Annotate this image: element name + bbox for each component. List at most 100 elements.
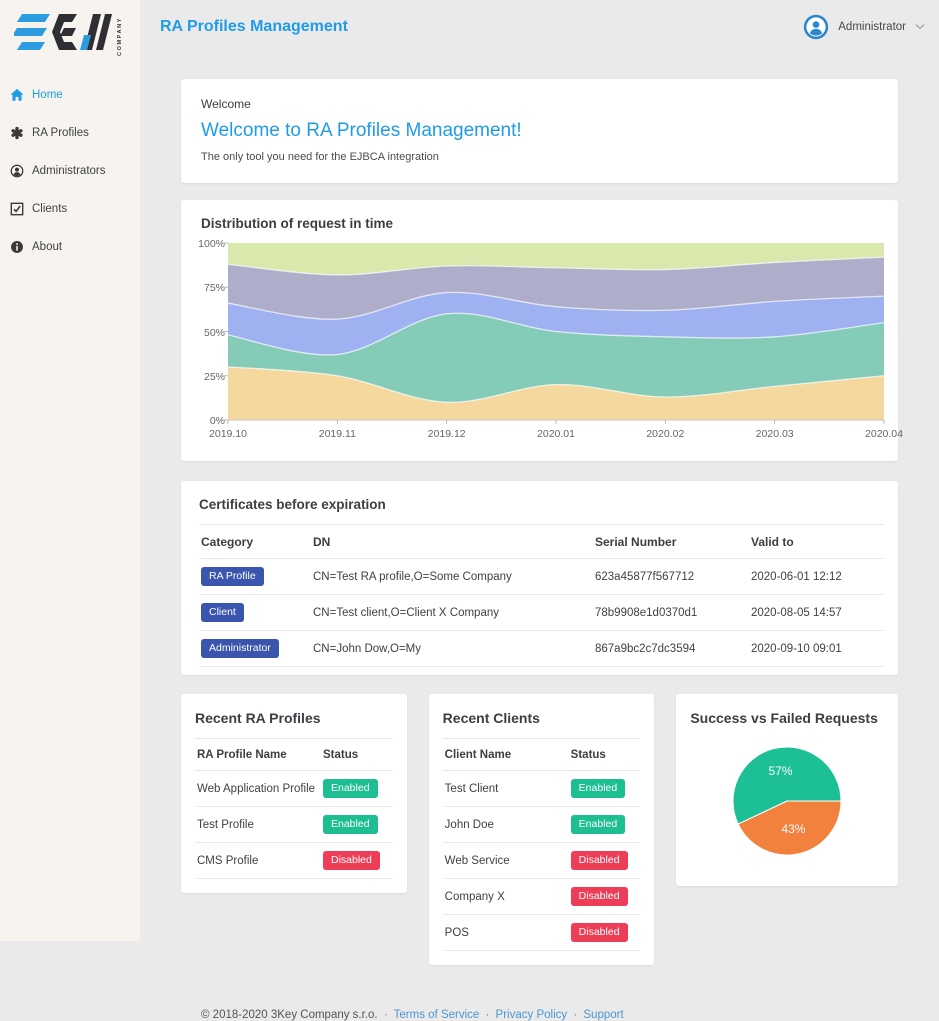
client-name-cell: Test Client	[443, 771, 569, 807]
serial-cell: 78b9908e1d0370d1	[593, 595, 749, 631]
status-badge: Enabled	[571, 815, 626, 834]
table-row: Company X Disabled	[443, 879, 641, 915]
pie-slice-label: 57%	[769, 764, 793, 778]
table-row: Administrator CN=John Dow,O=My 867a9bc2c…	[199, 631, 884, 667]
status-badge: Enabled	[323, 779, 378, 798]
table-header-row: Client Name Status	[443, 739, 641, 771]
home-icon	[10, 88, 24, 102]
certificates-card: Certificates before expiration Category …	[181, 481, 898, 675]
sidebar-item-home[interactable]: Home	[0, 76, 140, 114]
separator: ·	[486, 1009, 490, 1021]
valid-to-cell: 2020-09-10 09:01	[749, 631, 884, 667]
page-title: RA Profiles Management	[160, 18, 348, 36]
x-axis-tick-label: 2020.02	[625, 428, 705, 440]
sidebar-item-ra-profiles[interactable]: RA Profiles	[0, 114, 140, 152]
table-row: POS Disabled	[443, 915, 641, 951]
table-row: Test Client Enabled	[443, 771, 641, 807]
user-menu[interactable]: Administrator	[803, 14, 925, 40]
welcome-subtitle: The only tool you need for the EJBCA int…	[201, 151, 878, 163]
main-area: RA Profiles Management Administrator Wel…	[140, 0, 939, 941]
col-header-status: Status	[569, 739, 641, 771]
col-header-dn: DN	[311, 525, 593, 559]
client-name-cell: Web Service	[443, 843, 569, 879]
logo-company-text: COMPANY	[117, 10, 123, 56]
success-failed-card: Success vs Failed Requests 43% 57%	[676, 694, 898, 886]
col-header-valid-to: Valid to	[749, 525, 884, 559]
status-badge: Disabled	[323, 851, 380, 870]
table-row: Client CN=Test client,O=Client X Company…	[199, 595, 884, 631]
pie-chart: 43% 57%	[690, 742, 884, 860]
table-header-row: Category DN Serial Number Valid to	[199, 525, 884, 559]
separator: ·	[573, 1009, 577, 1021]
serial-cell: 867a9bc2c7dc3594	[593, 631, 749, 667]
sidebar-nav: Home RA Profiles	[0, 76, 140, 266]
certificates-table: Category DN Serial Number Valid to RA Pr…	[199, 525, 884, 667]
chart-title: Distribution of request in time	[201, 216, 884, 231]
distribution-chart-card: Distribution of request in time 100%75%5…	[181, 200, 898, 461]
category-badge: Administrator	[201, 639, 279, 658]
table-row: CMS Profile Disabled	[195, 843, 393, 879]
privacy-policy-link[interactable]: Privacy Policy	[496, 1009, 568, 1021]
sidebar-item-label: Clients	[32, 203, 67, 215]
stacked-area-chart: 100%75%50%25%0% 2019.102019.112019.12202…	[201, 243, 884, 445]
sidebar-item-label: RA Profiles	[32, 127, 89, 139]
copyright-text: © 2018-2020 3Key Company s.r.o.	[201, 1009, 378, 1021]
y-axis-tick-label: 25%	[195, 371, 225, 383]
col-header-category: Category	[199, 525, 311, 559]
recent-clients-title: Recent Clients	[443, 710, 641, 726]
welcome-card: Welcome Welcome to RA Profiles Managemen…	[181, 79, 898, 183]
user-name: Administrator	[838, 21, 906, 33]
chevron-down-icon	[915, 23, 925, 30]
y-axis-tick-label: 50%	[195, 327, 225, 339]
dn-cell: CN=Test client,O=Client X Company	[311, 595, 593, 631]
checkbox-icon	[10, 202, 24, 216]
info-icon	[10, 240, 24, 254]
category-badge: RA Profile	[201, 567, 264, 586]
sidebar-item-clients[interactable]: Clients	[0, 190, 140, 228]
profile-name-cell: CMS Profile	[195, 843, 321, 879]
sidebar-item-label: Administrators	[32, 165, 106, 177]
company-logo[interactable]: COMPANY	[0, 0, 140, 62]
client-name-cell: POS	[443, 915, 569, 951]
sidebar: COMPANY Home RA Profiles	[0, 0, 140, 941]
col-header-serial: Serial Number	[593, 525, 749, 559]
profile-name-cell: Web Application Profile	[195, 771, 321, 807]
welcome-heading: Welcome to RA Profiles Management!	[201, 120, 878, 142]
welcome-eyebrow: Welcome	[201, 97, 878, 111]
sidebar-item-about[interactable]: About	[0, 228, 140, 266]
recent-ra-profiles-table: RA Profile Name Status Web Application P…	[195, 739, 393, 879]
valid-to-cell: 2020-08-05 14:57	[749, 595, 884, 631]
status-badge: Enabled	[323, 815, 378, 834]
3key-logo-icon	[14, 9, 114, 55]
sidebar-item-administrators[interactable]: Administrators	[0, 152, 140, 190]
table-row: RA Profile CN=Test RA profile,O=Some Com…	[199, 559, 884, 595]
user-circle-icon	[10, 164, 24, 178]
sidebar-item-label: About	[32, 241, 62, 253]
col-header-status: Status	[321, 739, 393, 771]
table-header-row: RA Profile Name Status	[195, 739, 393, 771]
dn-cell: CN=John Dow,O=My	[311, 631, 593, 667]
table-row: Web Service Disabled	[443, 843, 641, 879]
y-axis-tick-label: 0%	[195, 415, 225, 427]
pie-slice-label: 43%	[782, 822, 806, 836]
y-axis-tick-label: 100%	[195, 238, 225, 250]
x-axis-tick-label: 2019.11	[297, 428, 377, 440]
recent-clients-table: Client Name Status Test Client Enabled J…	[443, 739, 641, 951]
serial-cell: 623a45877f567712	[593, 559, 749, 595]
col-header-name: RA Profile Name	[195, 739, 321, 771]
content: Welcome Welcome to RA Profiles Managemen…	[140, 38, 939, 1021]
x-axis-tick-label: 2020.01	[516, 428, 596, 440]
pie-chart-title: Success vs Failed Requests	[690, 710, 884, 726]
y-axis-tick-label: 75%	[195, 282, 225, 294]
profile-name-cell: Test Profile	[195, 807, 321, 843]
dn-cell: CN=Test RA profile,O=Some Company	[311, 559, 593, 595]
client-name-cell: Company X	[443, 879, 569, 915]
x-axis-tick-label: 2020.03	[735, 428, 815, 440]
support-link[interactable]: Support	[583, 1009, 623, 1021]
terms-of-service-link[interactable]: Terms of Service	[394, 1009, 480, 1021]
asterisk-icon	[10, 126, 24, 140]
table-row: Test Profile Enabled	[195, 807, 393, 843]
client-name-cell: John Doe	[443, 807, 569, 843]
sidebar-item-label: Home	[32, 89, 63, 101]
recent-ra-profiles-title: Recent RA Profiles	[195, 710, 393, 726]
